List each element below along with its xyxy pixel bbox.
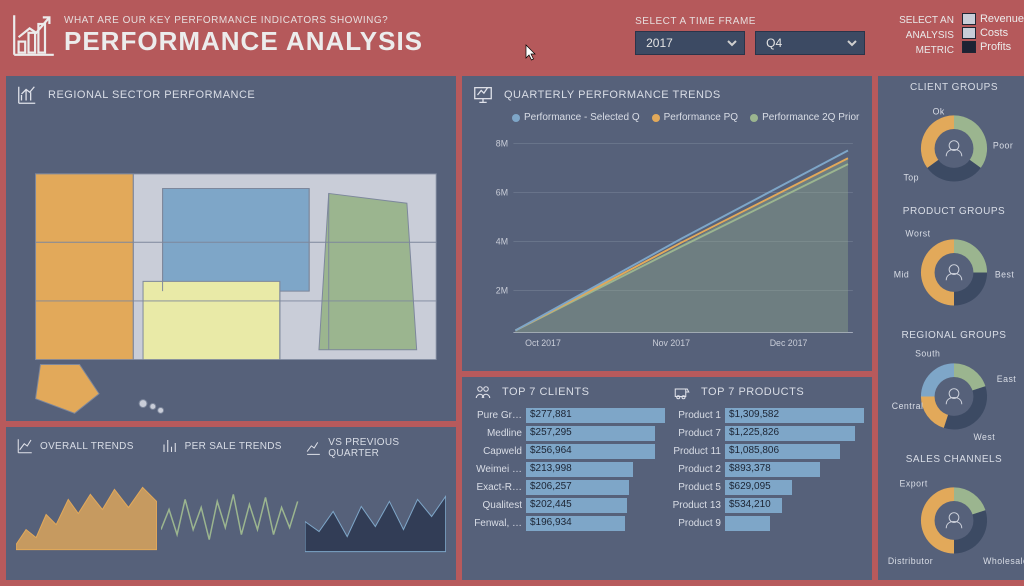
panel-groups: CLIENT GROUPS Ok Poor Top PRODUCT GROUPS W…	[878, 76, 1024, 580]
donut-title: PRODUCT GROUPS	[884, 206, 1024, 217]
panel-quarterly: QUARTERLY PERFORMANCE TRENDS Performance…	[462, 76, 872, 371]
clients-icon	[474, 383, 492, 401]
bar-chart-up-icon	[12, 13, 56, 57]
svg-text:4M: 4M	[496, 236, 508, 246]
bar-row[interactable]: Product 1$1,309,582	[669, 407, 864, 424]
bar-row[interactable]: Medline$257,295	[470, 425, 665, 442]
metric-option[interactable]: Costs	[962, 27, 1024, 39]
bar-row[interactable]: Fenwal, …$196,934	[470, 515, 665, 532]
panel-title: TOP 7 CLIENTS	[502, 386, 589, 398]
panel-title: REGIONAL SECTOR PERFORMANCE	[48, 89, 255, 101]
svg-text:6M: 6M	[496, 187, 508, 197]
dashboard-header: WHAT ARE OUR KEY PERFORMANCE INDICATORS …	[0, 0, 1024, 70]
metric-caption: SELECT AN ANALYSIS METRIC	[899, 13, 954, 58]
svg-text:Top: Top	[903, 173, 919, 183]
top7-products: TOP 7 PRODUCTS Product 1$1,309,582Produc…	[669, 383, 864, 533]
bar-row[interactable]: Product 9	[669, 515, 864, 532]
bar-row[interactable]: Product 5$629,095	[669, 479, 864, 496]
spark-title: PER SALE TRENDS	[185, 441, 282, 452]
bar-row[interactable]: Product 11$1,085,806	[669, 443, 864, 460]
sparkline-vsprev[interactable]	[305, 463, 446, 570]
panel-top7: TOP 7 CLIENTS Pure Gr…$277,881Medline$25…	[462, 377, 872, 580]
panel-title: QUARTERLY PERFORMANCE TRENDS	[504, 89, 721, 101]
svg-text:2M: 2M	[496, 285, 508, 295]
top7-clients: TOP 7 CLIENTS Pure Gr…$277,881Medline$25…	[470, 383, 665, 533]
bar-row[interactable]: Weimei …$213,998	[470, 461, 665, 478]
bar-row[interactable]: Qualitest$202,445	[470, 497, 665, 514]
header-subtitle: WHAT ARE OUR KEY PERFORMANCE INDICATORS …	[64, 15, 423, 26]
svg-text:Dec 2017: Dec 2017	[770, 338, 808, 348]
svg-text:Wholesale: Wholesale	[983, 556, 1024, 566]
svg-text:Distributor: Distributor	[888, 556, 933, 566]
svg-text:Oct 2017: Oct 2017	[525, 338, 561, 348]
dashboard-body: REGIONAL SECTOR PERFORMANCE	[0, 70, 1024, 586]
spark-title: OVERALL TRENDS	[40, 441, 134, 452]
products-icon	[673, 383, 691, 401]
svg-text:Central: Central	[892, 401, 924, 411]
panel-mini-trends: OVERALL TRENDS PER SALE TRENDS VS PREVIO…	[6, 427, 456, 580]
donut-chart[interactable]: Export Distributor Wholesale	[884, 467, 1024, 572]
svg-text:Ok: Ok	[933, 106, 945, 116]
panel-regional: REGIONAL SECTOR PERFORMANCE	[6, 76, 456, 421]
bar-row[interactable]: Capweld$256,964	[470, 443, 665, 460]
bar-row[interactable]: Product 2$893,378	[669, 461, 864, 478]
svg-text:Best: Best	[995, 269, 1015, 279]
bar-row[interactable]: Exact-R…$206,257	[470, 479, 665, 496]
svg-text:Nov 2017: Nov 2017	[652, 338, 690, 348]
trend-compare-icon	[305, 439, 322, 457]
year-select[interactable]: 2017	[635, 31, 745, 55]
quarterly-line-chart[interactable]: 8M 6M 4M 2M Oct 2017 Nov 2017 Dec 2017	[472, 127, 862, 352]
bar-row[interactable]: Product 7$1,225,826	[669, 425, 864, 442]
bar-chart-icon	[16, 84, 38, 106]
bar-row[interactable]: Product 13$534,210	[669, 497, 864, 514]
chevron-down-icon	[846, 37, 858, 49]
timeframe-label: SELECT A TIME FRAME	[635, 16, 756, 27]
trend-up-icon	[16, 437, 34, 455]
svg-text:Mid: Mid	[894, 269, 910, 279]
donut-title: SALES CHANNELS	[884, 454, 1024, 465]
metric-option[interactable]: Profits	[962, 41, 1024, 53]
year-selected: 2017	[646, 36, 673, 50]
svg-text:East: East	[997, 374, 1017, 384]
bar-row[interactable]: Pure Gr…$277,881	[470, 407, 665, 424]
timeframe-block: SELECT A TIME FRAME 2017 Q4	[635, 16, 865, 55]
donut-chart[interactable]: Worst Mid Best	[884, 219, 1024, 324]
donut-chart[interactable]: South East Central West	[884, 343, 1024, 448]
sparkline-persale[interactable]	[161, 459, 302, 570]
svg-text:Poor: Poor	[993, 140, 1013, 150]
donut-title: REGIONAL GROUPS	[884, 330, 1024, 341]
panel-title: TOP 7 PRODUCTS	[701, 386, 804, 398]
svg-text:South: South	[915, 349, 940, 359]
chevron-down-icon	[726, 37, 738, 49]
spark-title: VS PREVIOUS QUARTER	[328, 437, 446, 459]
svg-text:Export: Export	[900, 478, 928, 488]
donut-title: CLIENT GROUPS	[884, 82, 1024, 93]
quarter-selected: Q4	[766, 36, 782, 50]
page-title: PERFORMANCE ANALYSIS	[64, 26, 423, 57]
quarter-select[interactable]: Q4	[755, 31, 865, 55]
chart-legend: Performance - Selected Q Performance PQ …	[512, 112, 862, 123]
svg-text:8M: 8M	[496, 139, 508, 149]
cursor-icon	[525, 44, 537, 62]
svg-text:West: West	[973, 432, 995, 442]
donut-chart[interactable]: Ok Poor Top	[884, 95, 1024, 200]
metric-selector: SELECT AN ANALYSIS METRIC Revenue Costs Pr…	[899, 13, 1024, 58]
presentation-icon	[472, 84, 494, 106]
us-map[interactable]	[16, 112, 446, 441]
sparkline-overall[interactable]	[16, 459, 157, 570]
metric-option[interactable]: Revenue	[962, 13, 1024, 25]
logo-block: WHAT ARE OUR KEY PERFORMANCE INDICATORS …	[12, 13, 423, 57]
svg-text:Worst: Worst	[905, 229, 930, 239]
trend-bars-icon	[161, 437, 179, 455]
